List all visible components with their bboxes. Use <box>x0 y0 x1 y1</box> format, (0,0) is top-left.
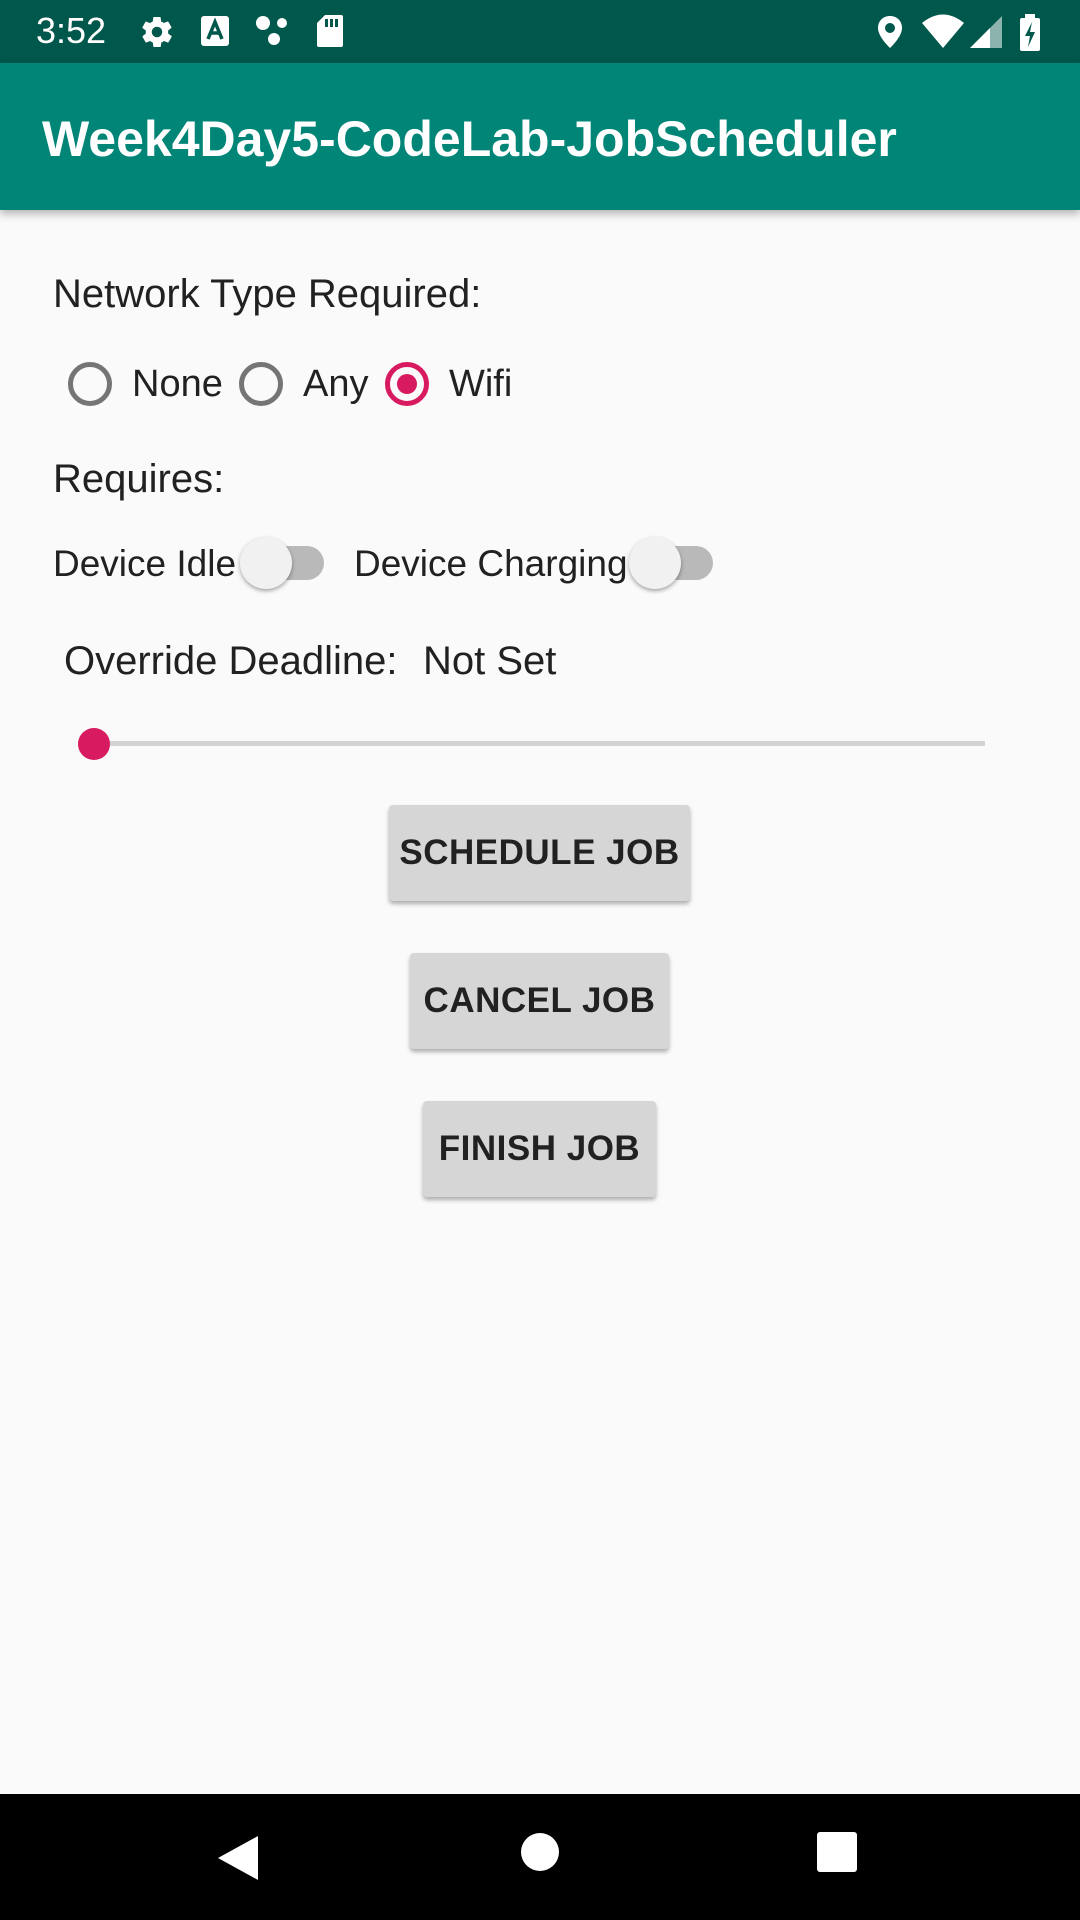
dots-icon <box>256 16 287 45</box>
radio-wifi[interactable]: Wifi <box>385 358 512 410</box>
device-idle-switch-thumb[interactable] <box>240 537 292 589</box>
finish-job-button[interactable]: FINISH JOB <box>423 1101 656 1197</box>
status-bar: 3:52 <box>0 0 1080 63</box>
device-charging-switch-thumb[interactable] <box>629 537 681 589</box>
device-charging-label: Device Charging <box>354 543 628 584</box>
navigation-bar <box>0 1794 1080 1920</box>
radio-any[interactable]: Any <box>239 358 368 410</box>
status-time: 3:52 <box>36 10 107 51</box>
recents-icon[interactable] <box>817 1832 857 1872</box>
device-idle-label: Device Idle <box>53 543 237 584</box>
network-type-heading: Network Type Required: <box>53 272 482 316</box>
radio-any-label: Any <box>303 362 369 405</box>
location-icon <box>878 16 902 48</box>
settings-icon <box>142 17 172 48</box>
radio-none-indicator[interactable] <box>68 362 112 406</box>
radio-wifi-indicator[interactable] <box>385 362 429 406</box>
sd-card-icon <box>317 15 343 47</box>
signal-icon <box>970 16 1002 48</box>
home-icon[interactable] <box>520 1832 560 1872</box>
radio-none-label: None <box>132 362 223 405</box>
app-bar: Week4Day5-CodeLab-JobScheduler <box>0 63 1080 210</box>
override-deadline-value: Not Set <box>423 639 557 683</box>
requires-heading: Requires: <box>53 457 225 501</box>
deadline-slider-thumb[interactable] <box>78 728 110 760</box>
radio-wifi-label: Wifi <box>449 362 513 405</box>
schedule-job-button[interactable]: SCHEDULE JOB <box>389 805 690 901</box>
battery-icon <box>1020 14 1040 51</box>
text-a-icon <box>201 16 229 46</box>
override-deadline-label: Override Deadline: <box>64 639 398 683</box>
radio-any-indicator[interactable] <box>239 362 283 406</box>
cancel-job-button[interactable]: CANCEL JOB <box>410 953 669 1049</box>
back-icon[interactable] <box>216 1834 260 1882</box>
wifi-icon <box>922 14 964 48</box>
deadline-slider-track[interactable] <box>95 741 985 746</box>
app-title: Week4Day5-CodeLab-JobScheduler <box>42 111 897 167</box>
radio-none[interactable]: None <box>68 358 223 410</box>
